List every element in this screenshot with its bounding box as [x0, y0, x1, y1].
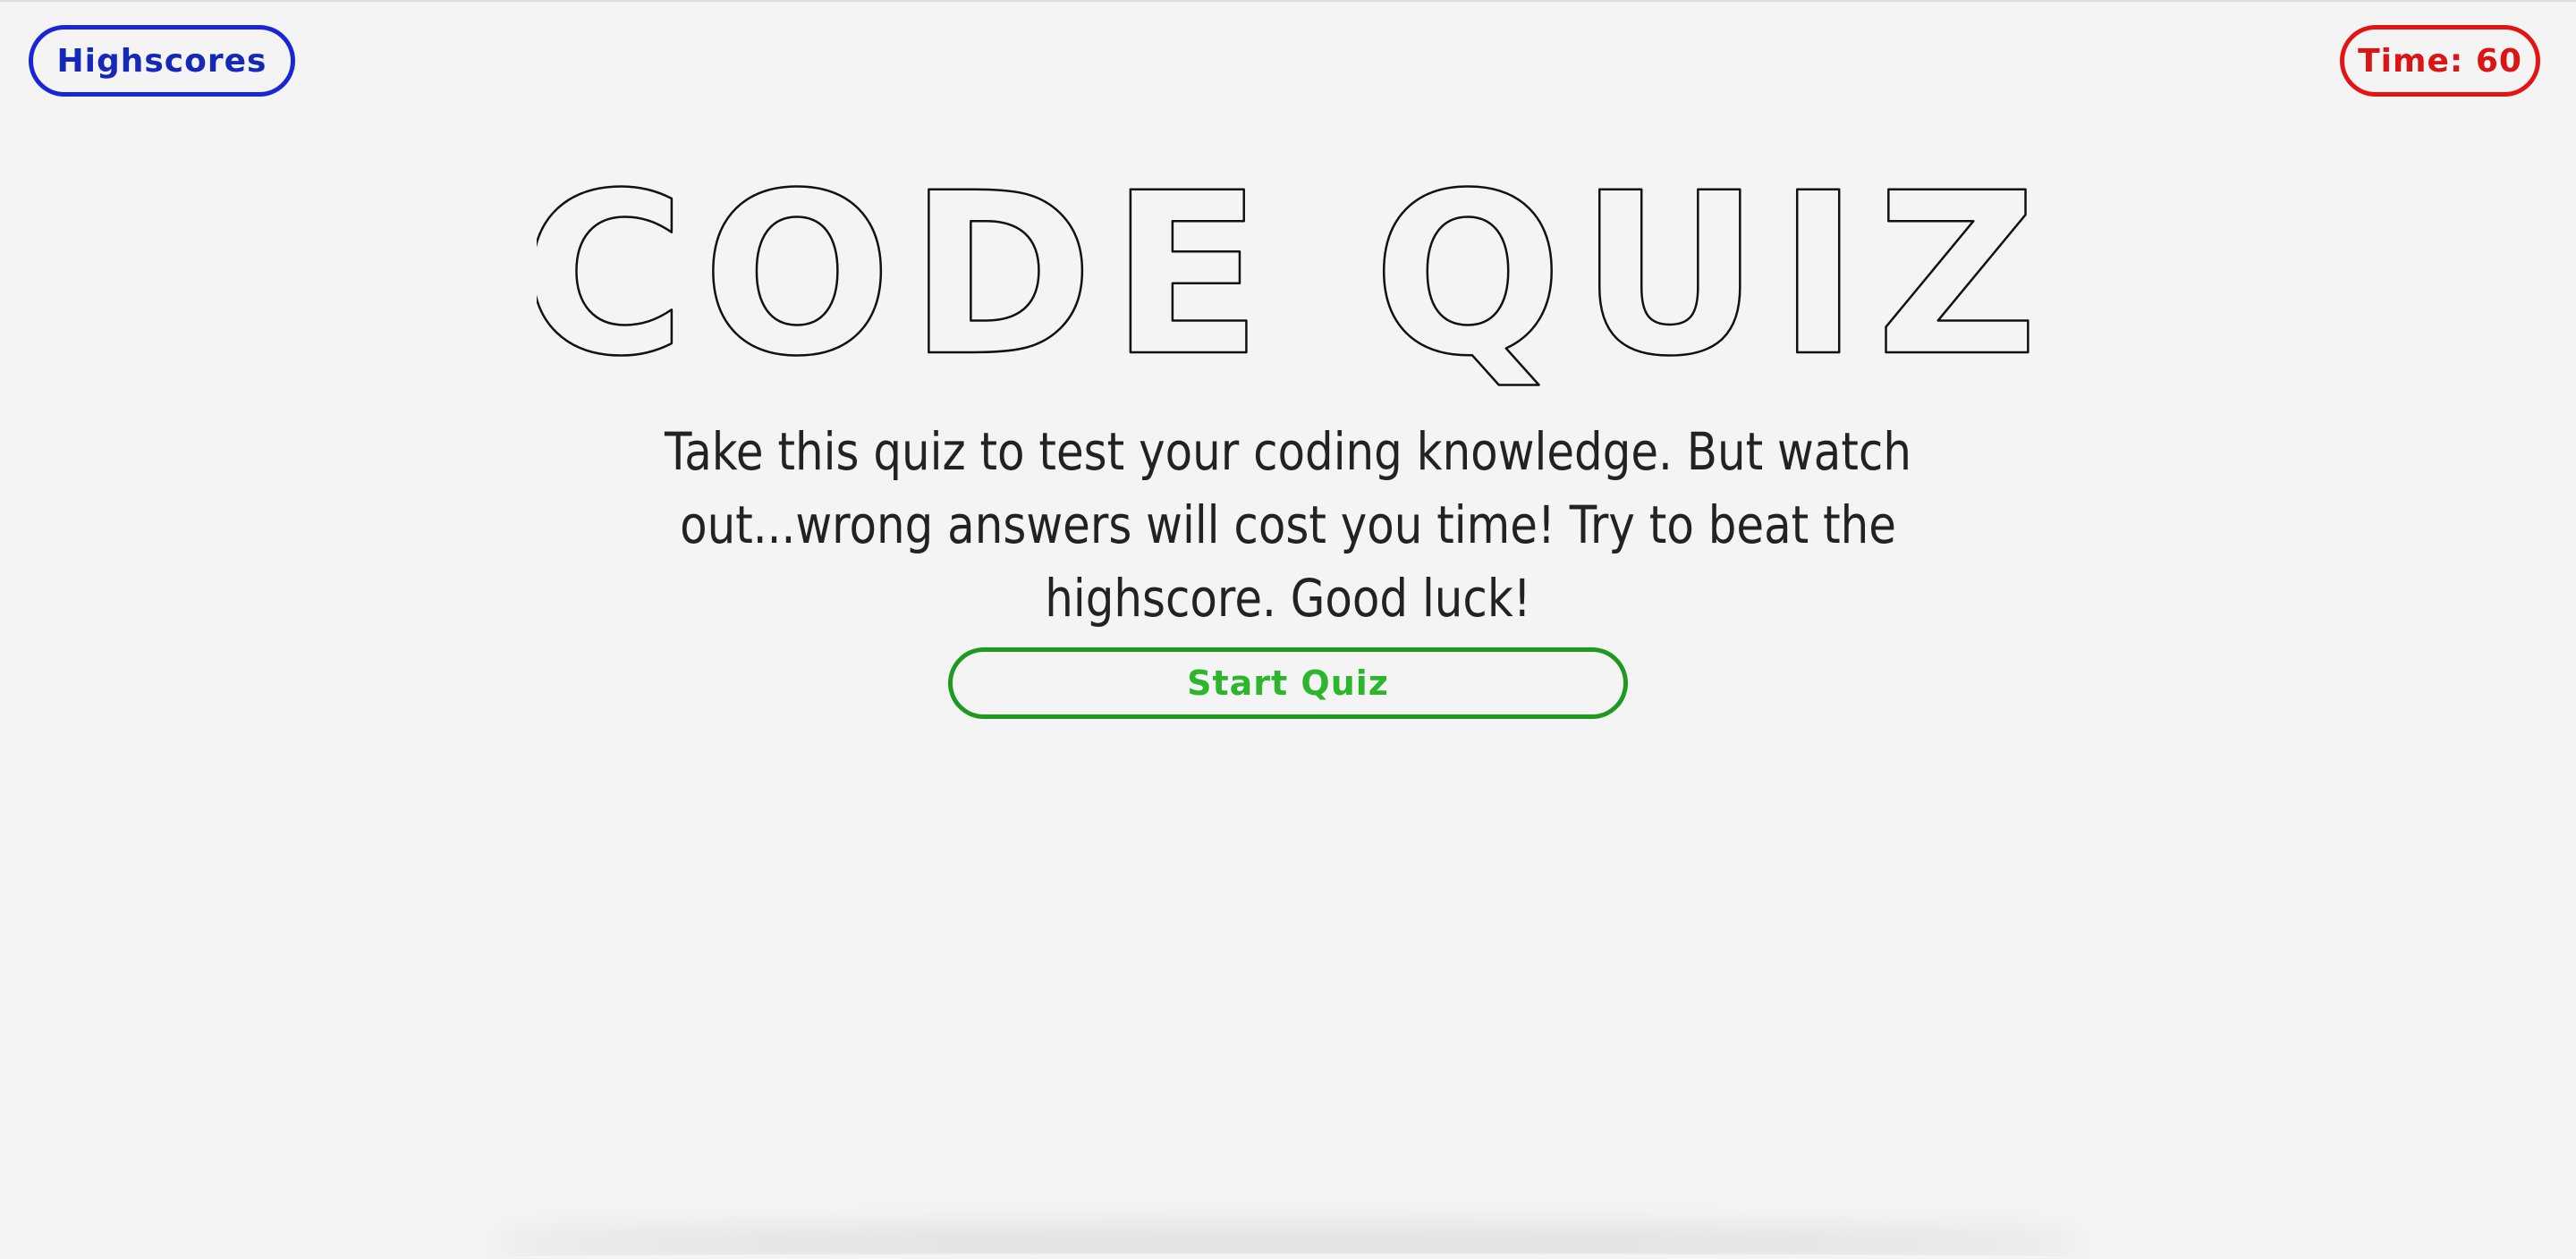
title-text: CODE QUIZ: [537, 145, 2039, 404]
highscores-button[interactable]: Highscores: [29, 25, 295, 97]
page-title: CODE QUIZ: [0, 145, 2576, 404]
bottom-panel-shadow: [501, 1254, 2075, 1259]
start-quiz-button[interactable]: Start Quiz: [948, 647, 1628, 719]
timer-display: Time: 60: [2340, 25, 2540, 97]
quiz-description: Take this quiz to test your coding knowl…: [665, 421, 1911, 629]
title-outline: CODE QUIZ: [537, 145, 2039, 404]
